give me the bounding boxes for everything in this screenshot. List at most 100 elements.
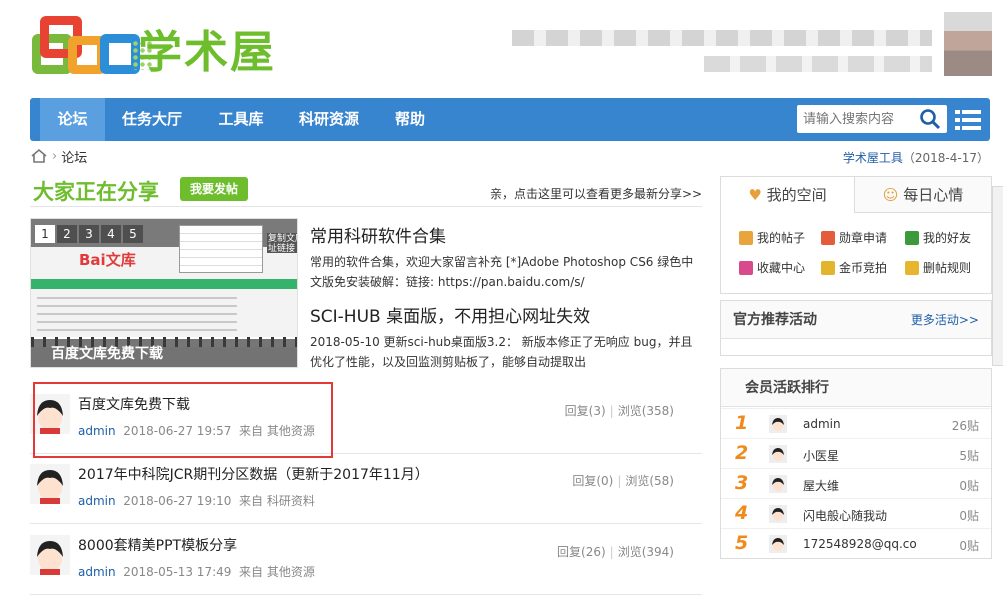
quick-link-label: 收藏中心	[757, 261, 806, 275]
rank-row: 3 屋大维 0贴	[721, 468, 991, 498]
featured-title[interactable]: SCI-HUB 桌面版，不用担心网址失效	[310, 302, 590, 327]
thread-meta: admin 2018-05-13 17:49 来自 其他资源	[78, 563, 315, 580]
avatar[interactable]	[769, 505, 787, 523]
slide-page-2[interactable]: 2	[57, 225, 77, 243]
rules-icon	[905, 260, 919, 275]
slide-caption[interactable]: 百度文库免费下载	[31, 339, 297, 367]
rank-number: 1	[735, 412, 749, 434]
thread-title[interactable]: 8000套精美PPT模板分享	[78, 535, 237, 555]
quick-link-auction[interactable]: 金币竞拍	[821, 259, 887, 276]
more-activities-link[interactable]: 更多活动>>	[911, 301, 979, 339]
heart-icon: ♥	[748, 186, 762, 204]
featured-slideshow[interactable]: 复制文库网址链接 Bai文库 1 2 3 4 5 百度文库免费下载	[30, 218, 298, 368]
nav-item-resources[interactable]: 科研资源	[288, 98, 370, 141]
quick-link-favorites[interactable]: 收藏中心	[739, 259, 805, 276]
reply-count: 回复(3)	[564, 404, 606, 418]
slide-page-4[interactable]: 4	[101, 225, 121, 243]
thread-row: 8000套精美PPT模板分享 admin 2018-05-13 17:49 来自…	[30, 525, 702, 595]
breadcrumb: › 论坛	[30, 146, 87, 166]
space-tabs: ♥ 我的空间 ☺ 每日心情	[721, 177, 991, 213]
quick-link-medal[interactable]: 勋章申请	[821, 229, 887, 246]
recommend-panel: 官方推荐活动 更多活动>>	[720, 300, 992, 356]
avatar[interactable]	[769, 535, 787, 553]
rank-number: 3	[735, 472, 749, 494]
thread-stats: 回复(0) | 浏览(58)	[572, 474, 674, 488]
rank-row: 1 admin 26贴	[721, 408, 991, 438]
quick-link-my-posts[interactable]: 我的帖子	[739, 229, 805, 246]
avatar[interactable]	[30, 464, 70, 504]
avatar[interactable]	[769, 445, 787, 463]
tab-my-space[interactable]: ♥ 我的空间	[721, 177, 855, 213]
thread-meta: admin 2018-06-27 19:10 来自 科研资料	[78, 492, 315, 509]
featured-title[interactable]: 常用科研软件合集	[310, 222, 446, 247]
crown-icon	[739, 260, 753, 275]
tool-link[interactable]: 学术屋工具	[843, 151, 903, 165]
nav-item-forum[interactable]: 论坛	[40, 98, 105, 141]
thread-author[interactable]: admin	[78, 494, 116, 508]
nav-item-help[interactable]: 帮助	[382, 98, 438, 141]
quick-link-label: 我的好友	[923, 231, 972, 245]
site-header: 学术屋	[0, 0, 1003, 96]
thread-title[interactable]: 2017年中科院JCR期刊分区数据（更新于2017年11月）	[78, 464, 429, 484]
ranking-panel: 会员活跃排行 1 admin 26贴 2 小医星 5贴 3 屋大维 0贴 4 闪…	[720, 368, 992, 559]
side-float-tab[interactable]	[992, 186, 1003, 366]
thread-source[interactable]: 来自 其他资源	[239, 565, 315, 579]
slide-page-3[interactable]: 3	[79, 225, 99, 243]
member-name[interactable]: 闪电般心随我动	[803, 507, 887, 524]
my-space-panel: ♥ 我的空间 ☺ 每日心情 我的帖子 勋章申请 我的好友 收藏中心 金币竞拍 删…	[720, 176, 992, 294]
slide-page-5[interactable]: 5	[123, 225, 143, 243]
menu-icon[interactable]	[954, 107, 982, 133]
view-count: 浏览(358)	[617, 404, 674, 418]
avatar[interactable]	[769, 475, 787, 493]
nav-item-tools[interactable]: 工具库	[206, 98, 276, 141]
search-input[interactable]	[803, 109, 913, 129]
quick-link-rules[interactable]: 删帖规则	[905, 259, 971, 276]
post-count: 0贴	[959, 479, 979, 493]
rank-row: 2 小医星 5贴	[721, 438, 991, 468]
tab-label: 我的空间	[766, 186, 827, 204]
edit-icon	[739, 230, 753, 245]
slide-image-bar	[31, 279, 297, 289]
tab-daily-mood[interactable]: ☺ 每日心情	[855, 177, 991, 213]
post-count: 0贴	[959, 539, 979, 553]
logo-text: 学术屋	[138, 27, 276, 78]
new-post-button[interactable]: 我要发帖	[180, 177, 248, 201]
avatar[interactable]	[30, 535, 70, 575]
breadcrumb-current[interactable]: 论坛	[61, 147, 87, 166]
post-count: 0贴	[959, 509, 979, 523]
search-icon[interactable]	[919, 108, 941, 130]
member-name[interactable]: 屋大维	[803, 477, 839, 494]
slide-image-tooltip: 复制文库网址链接	[267, 233, 297, 254]
slide-image-brand: Bai文库	[79, 251, 136, 269]
rank-row: 4 闪电般心随我动 0贴	[721, 498, 991, 528]
user-avatar[interactable]	[944, 12, 992, 76]
more-share-link[interactable]: 亲，点击这里可以查看更多最新分享>>	[490, 185, 702, 202]
main-nav: 论坛 任务大厅 工具库 科研资源 帮助	[30, 98, 990, 141]
member-name[interactable]: admin	[803, 417, 841, 431]
thread-source[interactable]: 来自 科研资料	[239, 494, 315, 508]
slide-page-1[interactable]: 1	[35, 225, 55, 243]
quick-link-friends[interactable]: 我的好友	[905, 229, 971, 246]
section-title: 大家正在分享	[33, 180, 159, 204]
blurred-user-info	[704, 56, 932, 72]
thread-author[interactable]: admin	[78, 565, 116, 579]
member-name[interactable]: 小医星	[803, 447, 839, 464]
blurred-user-info	[512, 30, 932, 46]
post-count: 26贴	[951, 419, 979, 433]
tool-update-note: 学术屋工具（2018-4-17）	[843, 149, 989, 166]
member-name[interactable]: 172548928@qq.co	[803, 537, 917, 551]
quick-link-label: 我的帖子	[757, 231, 806, 245]
quick-link-label: 勋章申请	[839, 231, 888, 245]
user-icon	[905, 230, 919, 245]
nav-item-task-hall[interactable]: 任务大厅	[112, 98, 192, 141]
avatar[interactable]	[769, 415, 787, 433]
thread-date: 2018-06-27 19:10	[123, 494, 232, 508]
rank-number: 4	[735, 502, 749, 524]
rank-number: 2	[735, 442, 749, 464]
chevron-right-icon: ›	[52, 148, 58, 164]
site-logo[interactable]: 学术屋	[32, 10, 294, 90]
slide-image-text	[37, 297, 237, 337]
thread-row: 2017年中科院JCR期刊分区数据（更新于2017年11月） admin 201…	[30, 454, 702, 524]
home-icon[interactable]	[30, 148, 48, 164]
rank-row: 5 172548928@qq.co 0贴	[721, 528, 991, 558]
